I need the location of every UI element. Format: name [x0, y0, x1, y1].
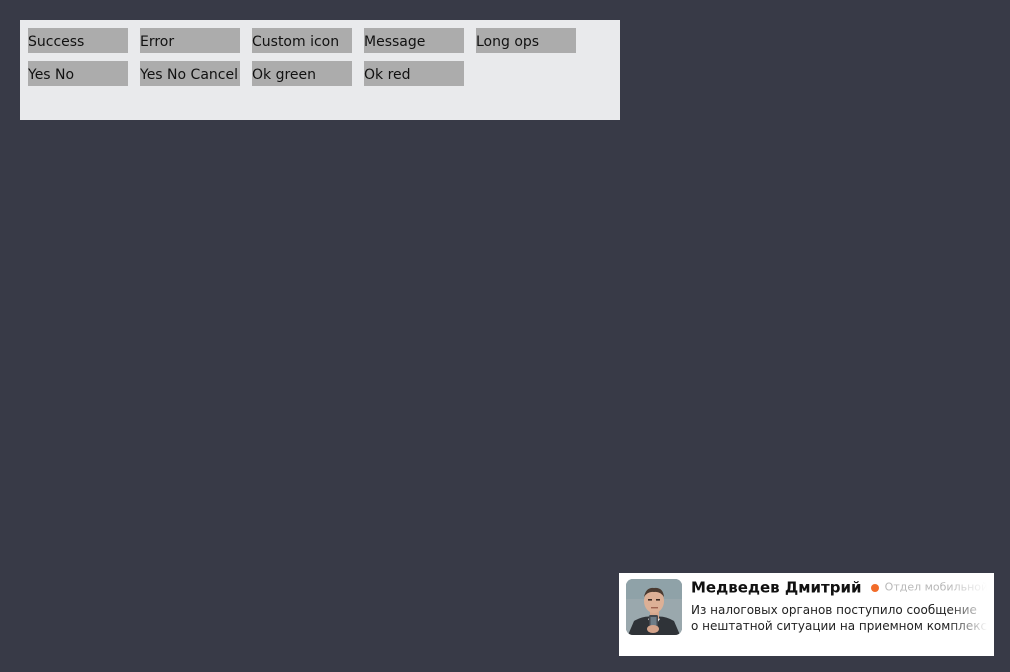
ok-red-button[interactable]: Ok red [364, 61, 464, 86]
notification-content: Медведев Дмитрий Отдел мобильной разрабо… [691, 577, 994, 655]
ok-green-button[interactable]: Ok green [252, 61, 352, 86]
success-button[interactable]: Success [28, 28, 128, 53]
demo-buttons-panel: Success Error Custom icon Message Long o… [20, 20, 620, 120]
avatar-photo [626, 579, 682, 635]
sender-name: Медведев Дмитрий [691, 578, 862, 597]
notification-toast[interactable]: Медведев Дмитрий Отдел мобильной разрабо… [619, 573, 994, 656]
long-ops-button[interactable]: Long ops [476, 28, 576, 53]
avatar [626, 579, 682, 635]
notification-header: Медведев Дмитрий Отдел мобильной разрабо… [691, 577, 994, 597]
yes-no-button[interactable]: Yes No [28, 61, 128, 86]
message-button[interactable]: Message [364, 28, 464, 53]
custom-icon-button[interactable]: Custom icon [252, 28, 352, 53]
message-line: Из налоговых органов поступило сообщение [691, 603, 977, 617]
error-button[interactable]: Error [140, 28, 240, 53]
notification-message: Из налоговых органов поступило сообщение… [691, 602, 994, 634]
yes-no-cancel-button[interactable]: Yes No Cancel [140, 61, 240, 86]
department-label: Отдел мобильной разработки [884, 580, 994, 594]
message-line: о нештатной ситуации на приемном комплек… [691, 619, 994, 633]
status-dot-icon [870, 583, 879, 592]
